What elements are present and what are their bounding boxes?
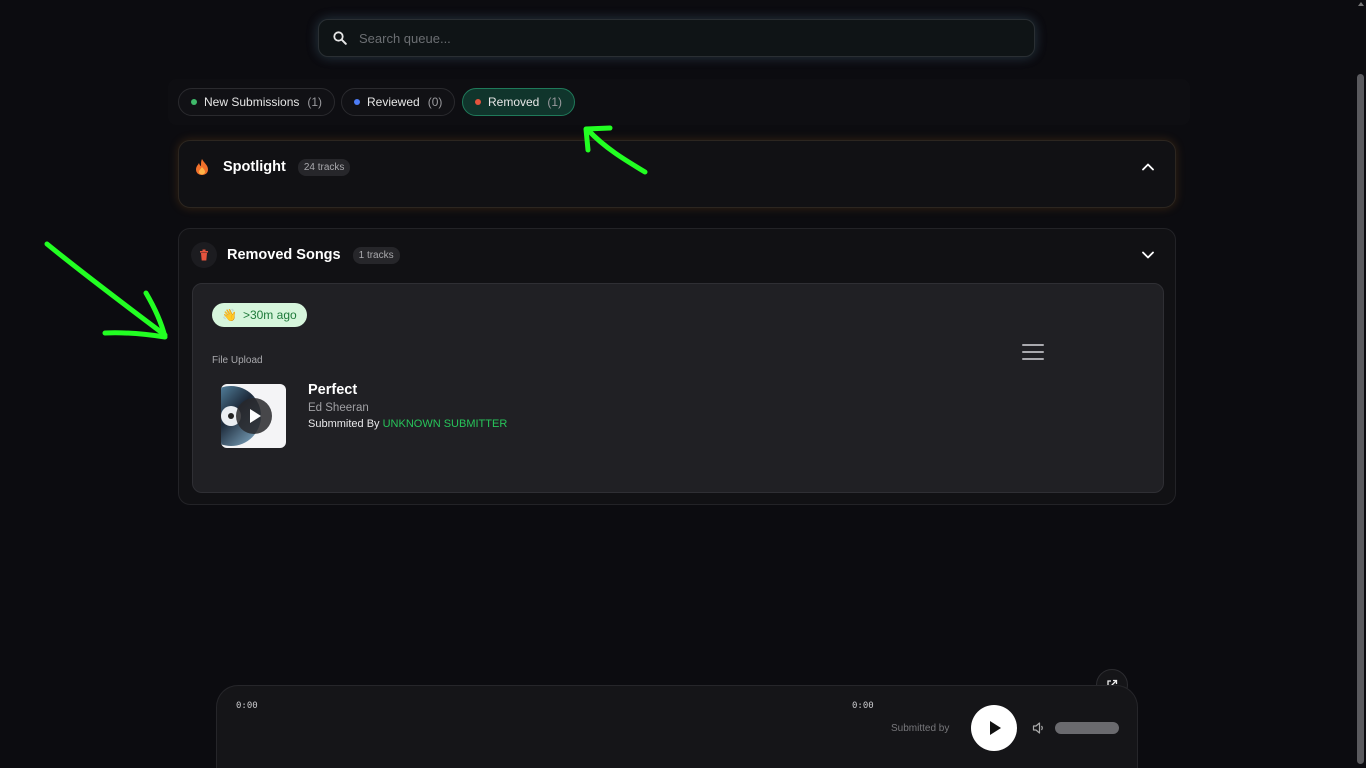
chevron-down-icon[interactable]: [1141, 248, 1155, 262]
play-button[interactable]: [971, 705, 1017, 751]
tab-label: New Submissions: [204, 95, 300, 109]
fire-icon: [196, 159, 208, 175]
removed-songs-section: Removed Songs 1 tracks 👋 >30m ago File U…: [178, 228, 1176, 505]
chevron-up-icon[interactable]: [1141, 160, 1155, 174]
status-dot: [191, 99, 197, 105]
annotation-arrow-head: [102, 290, 168, 340]
track-card: 👋 >30m ago File Upload Perfect Ed Sheera…: [192, 283, 1164, 493]
status-dot: [354, 99, 360, 105]
tab-label: Removed: [488, 95, 540, 109]
player-submitted-by: Submitted by: [891, 723, 950, 734]
wave-icon: 👋: [222, 308, 237, 322]
search-icon: [333, 31, 347, 45]
track-title: Perfect: [308, 382, 358, 398]
vinyl-disc-icon: [221, 386, 272, 446]
submitted-by-label: Submmited By: [308, 418, 380, 430]
submitter-name[interactable]: UNKNOWN SUBMITTER: [383, 418, 508, 430]
tab-count: (0): [427, 95, 443, 109]
spotlight-section: Spotlight 24 tracks: [178, 140, 1176, 208]
annotation-arrow: [44, 241, 168, 338]
play-icon: [990, 721, 1001, 735]
menu-icon[interactable]: [1022, 344, 1044, 360]
scrollbar-thumb[interactable]: [1357, 74, 1364, 764]
tab-label: Reviewed: [367, 95, 420, 109]
track-artist: Ed Sheeran: [308, 402, 369, 414]
submitted-by-line: Submmited By UNKNOWN SUBMITTER: [308, 418, 507, 430]
track-count-badge: 1 tracks: [352, 246, 400, 264]
time-badge: 👋 >30m ago: [212, 303, 307, 327]
volume-slider[interactable]: [1055, 722, 1119, 734]
tab-count: (1): [547, 95, 563, 109]
tab-removed[interactable]: Removed (1): [462, 88, 576, 116]
search-bar[interactable]: [318, 19, 1035, 57]
tab-count: (1): [307, 95, 323, 109]
time-badge-label: >30m ago: [242, 308, 297, 322]
section-title: Removed Songs: [227, 247, 341, 263]
tab-reviewed[interactable]: Reviewed (0): [341, 88, 456, 116]
duration: 0:00: [852, 701, 874, 711]
volume-icon[interactable]: [1032, 721, 1046, 735]
tab-new-submissions[interactable]: New Submissions (1): [178, 88, 336, 116]
track-info: Perfect Ed Sheeran Submmited By UNKNOWN …: [308, 382, 507, 430]
scrollbar[interactable]: [1356, 0, 1366, 768]
scroll-up-arrow[interactable]: [1358, 2, 1364, 6]
status-tabs: New Submissions (1) Reviewed (0) Removed…: [168, 79, 1190, 125]
status-dot: [475, 99, 481, 105]
search-input[interactable]: [357, 29, 1034, 47]
removed-songs-header[interactable]: Removed Songs 1 tracks: [179, 242, 1175, 268]
spotlight-header[interactable]: Spotlight 24 tracks: [179, 158, 1175, 176]
source-label: File Upload: [212, 355, 263, 366]
section-title: Spotlight: [223, 159, 286, 175]
trash-icon: [200, 249, 208, 261]
audio-player: 0:00 0:00 Submitted by: [216, 685, 1138, 768]
trash-icon-wrap: [191, 242, 217, 268]
track-count-badge: 24 tracks: [297, 158, 351, 176]
current-time: 0:00: [236, 701, 258, 711]
album-art[interactable]: [221, 384, 286, 448]
